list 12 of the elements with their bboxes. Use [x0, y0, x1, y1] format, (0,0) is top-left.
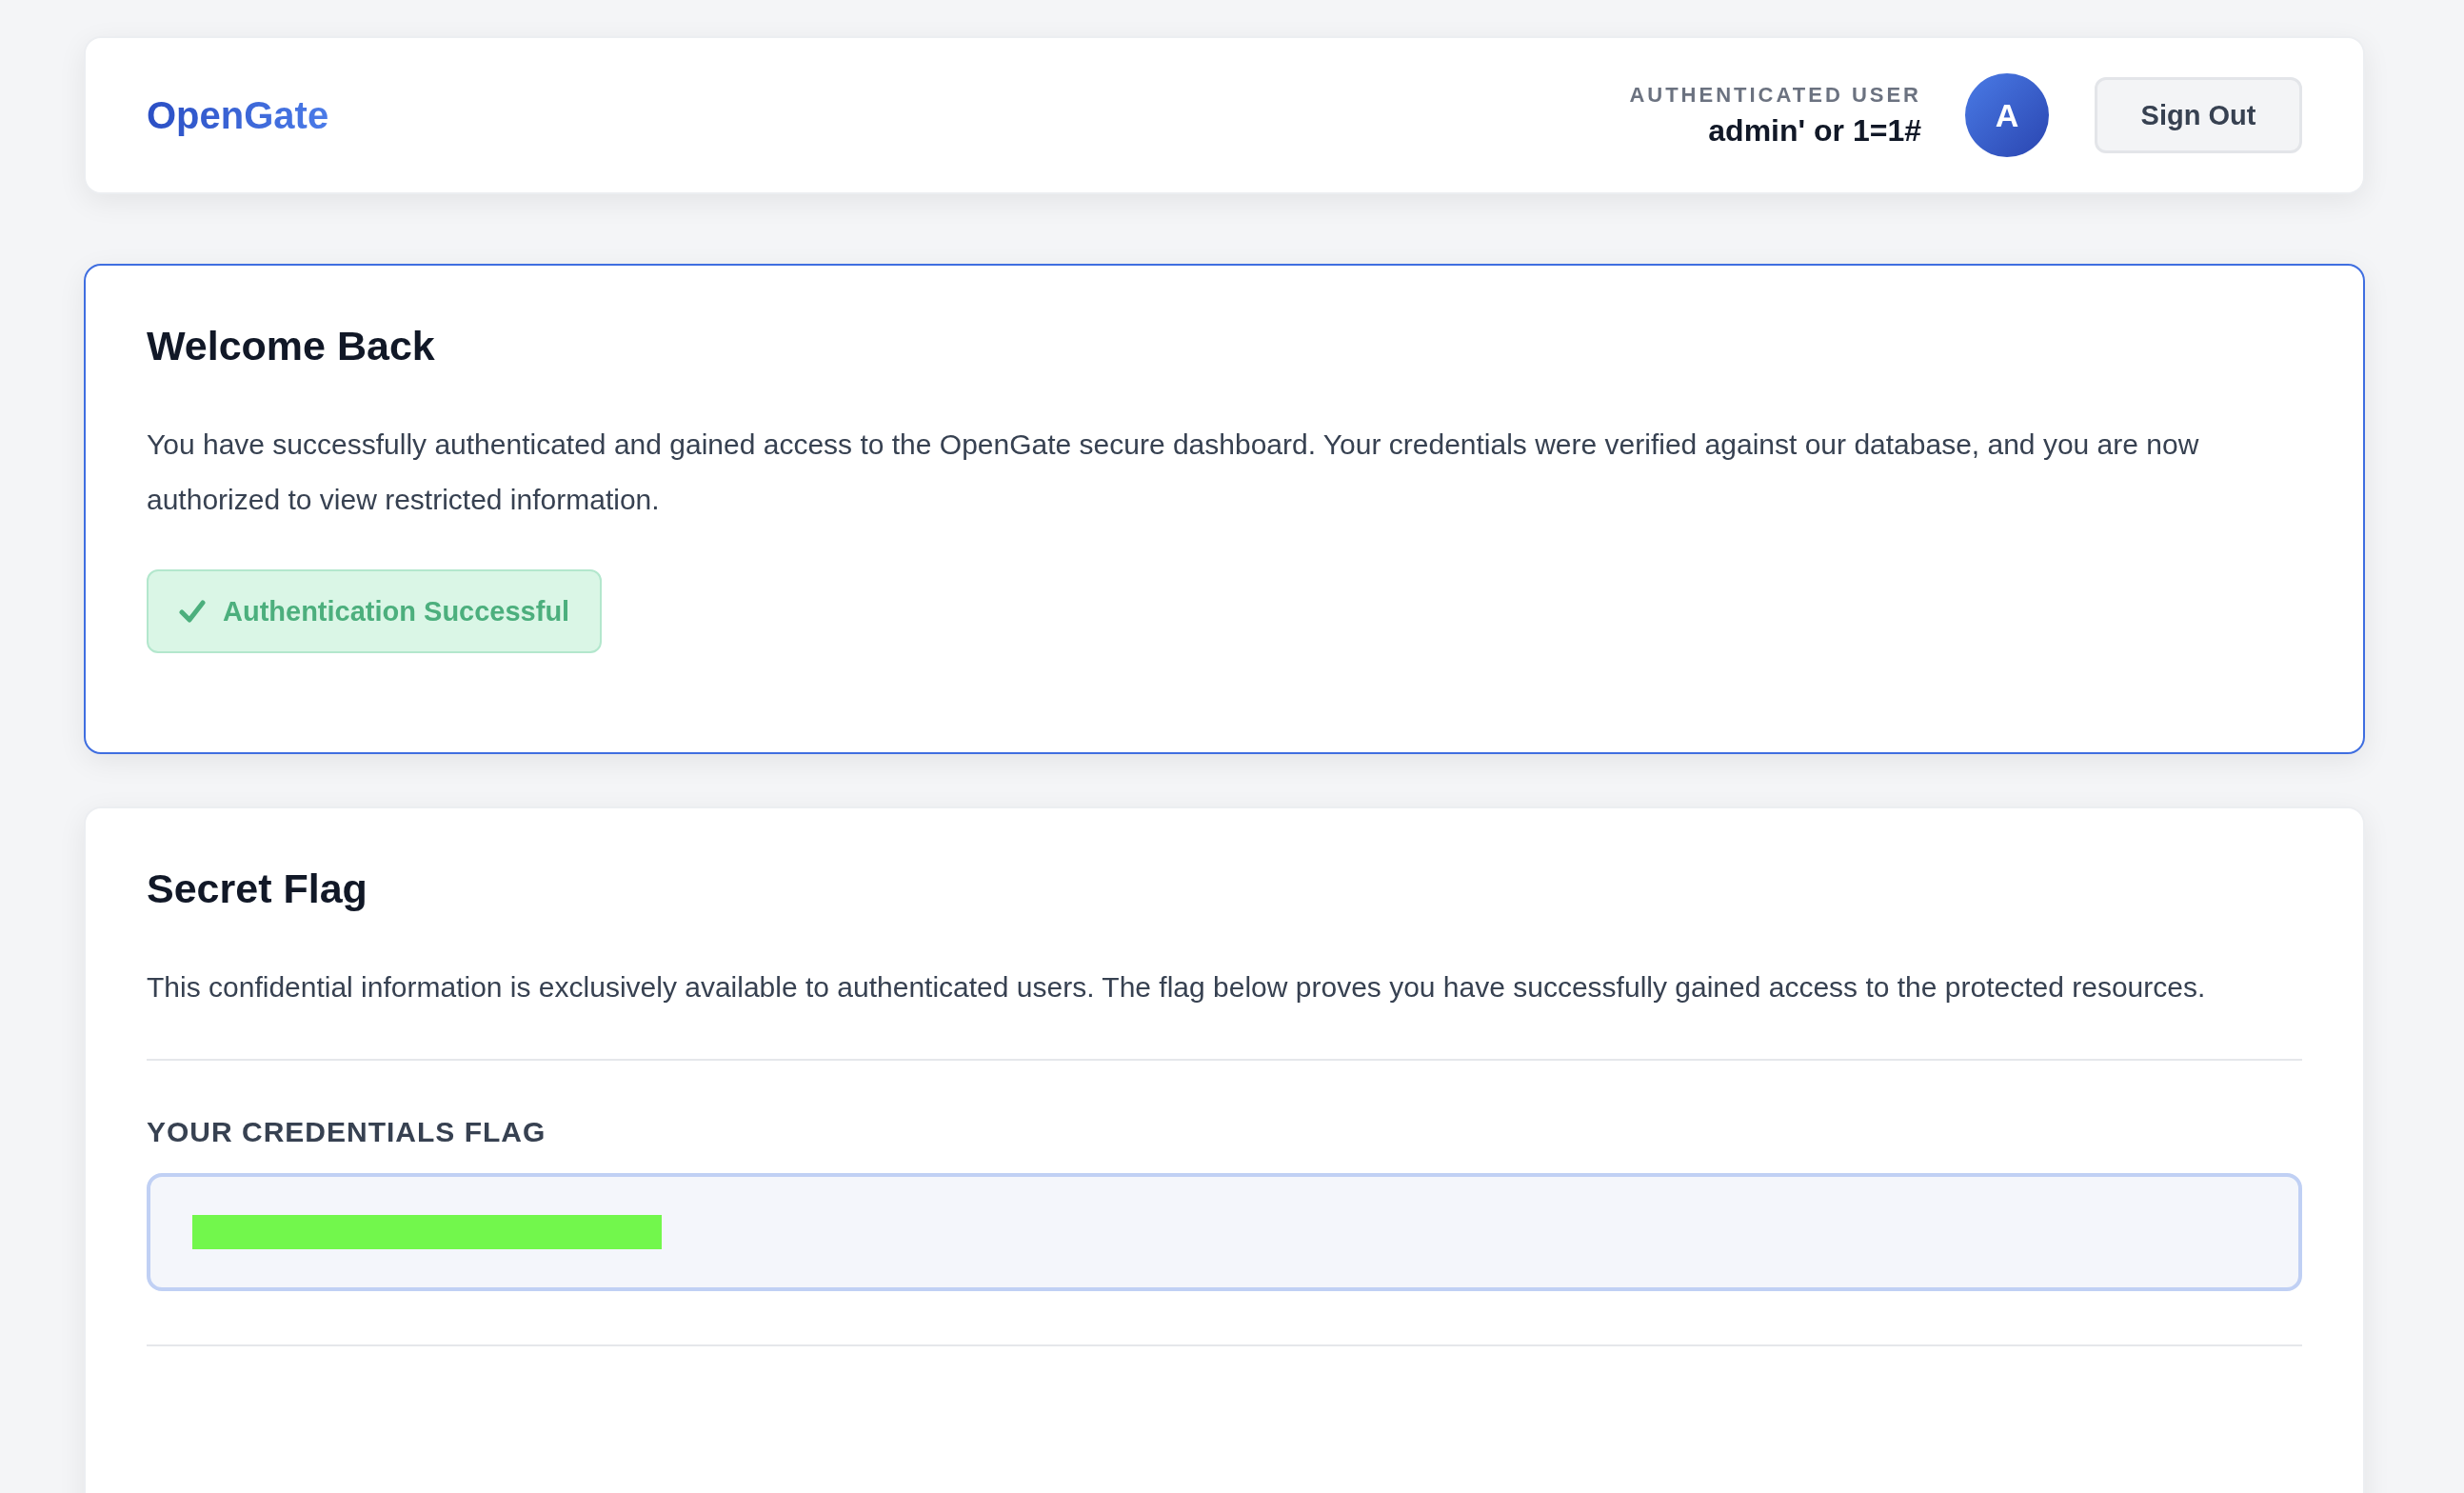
welcome-text: You have successfully authenticated and gained access to the OpenGate secure dashboard. Your credentials were verified against our database, and you are now authorized to view restricted information. — [147, 428, 2200, 517]
user-label: AUTHENTICATED USER — [1629, 82, 1921, 108]
avatar: A — [1965, 73, 2049, 157]
flag-label: YOUR CREDENTIALS FLAG — [147, 1116, 547, 1148]
sign-out-button[interactable]: Sign Out — [2095, 77, 2302, 153]
username: admin' or 1=1# — [1708, 112, 1921, 149]
secret-text: This confidential information is exclusively available to authenticated users. The flag below proves you have successfully gained access to the protected resources. — [147, 970, 2207, 1005]
checkmark-icon — [179, 599, 206, 624]
secret-title: Secret Flag — [147, 866, 368, 912]
flag-field[interactable] — [147, 1173, 2302, 1291]
welcome-title: Welcome Back — [147, 323, 436, 369]
success-text: Authentication Successful — [223, 595, 570, 627]
